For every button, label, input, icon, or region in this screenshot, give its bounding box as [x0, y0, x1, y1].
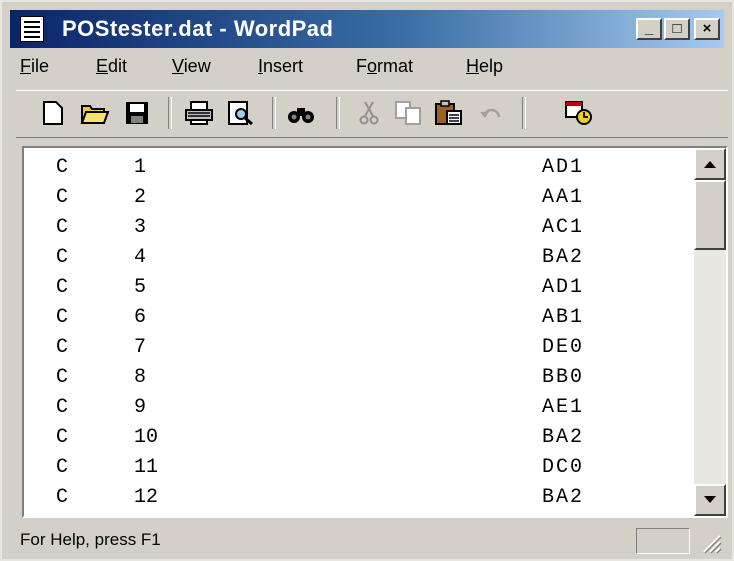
cut-button[interactable] — [352, 97, 386, 129]
print-preview-button[interactable] — [224, 97, 258, 129]
document-editor[interactable]: C 1 AD1 C 2 AA1 C 3 AC1 C 4 BA2 C 5 AD1 C 6 AB1 C 7 DE… — [24, 148, 694, 516]
window-title: POStester.dat - WordPad — [62, 16, 334, 41]
document-line: C 9 AE1 — [56, 396, 585, 419]
document-line: C 8 BB0 — [56, 366, 585, 389]
toolbar-separator — [336, 97, 340, 129]
copy-button[interactable] — [392, 97, 426, 129]
print-icon — [185, 101, 213, 125]
menu-format[interactable]: Format — [356, 56, 413, 77]
status-panel — [636, 528, 690, 554]
arrow-down-icon — [704, 496, 716, 503]
document-frame: C 1 AD1 C 2 AA1 C 3 AC1 C 4 BA2 C 5 AD1 C 6 AB1 C 7 DE… — [22, 146, 728, 518]
wordpad-app-icon[interactable] — [20, 16, 44, 42]
maximize-button[interactable]: □ — [664, 18, 690, 40]
save-icon — [126, 102, 148, 124]
document-line: C 10 BA2 — [56, 426, 585, 449]
document-line: C 7 DE0 — [56, 336, 585, 359]
new-button[interactable] — [36, 97, 70, 129]
wordpad-window: POStester.dat - WordPad _ □ × File Edit … — [0, 0, 734, 561]
scrollbar-thumb[interactable] — [694, 180, 726, 250]
open-button[interactable] — [78, 97, 112, 129]
menu-view[interactable]: View — [172, 56, 211, 77]
document-line: C 1 AD1 — [56, 156, 585, 179]
menu-bar: File Edit View Insert Format Help — [10, 52, 724, 82]
menu-file[interactable]: File — [20, 56, 49, 77]
date-time-icon — [565, 101, 592, 125]
vertical-scrollbar[interactable] — [694, 148, 726, 516]
toolbar-separator — [168, 97, 172, 129]
paste-button[interactable] — [432, 97, 466, 129]
print-button[interactable] — [182, 97, 216, 129]
toolbar — [16, 90, 728, 138]
document-line: C 5 AD1 — [56, 276, 585, 299]
scroll-down-button[interactable] — [694, 484, 726, 516]
new-icon — [43, 101, 63, 125]
find-icon — [288, 108, 314, 123]
open-icon — [80, 105, 110, 124]
copy-icon — [395, 101, 421, 125]
menu-insert[interactable]: Insert — [258, 56, 303, 77]
document-line: C 2 AA1 — [56, 186, 585, 209]
status-text: For Help, press F1 — [20, 530, 161, 549]
save-button[interactable] — [120, 97, 154, 129]
cut-icon — [359, 101, 379, 125]
document-line: C 6 AB1 — [56, 306, 585, 329]
paste-icon — [435, 100, 462, 125]
document-line: C 11 DC0 — [56, 456, 585, 479]
status-bar: For Help, press F1 — [10, 524, 726, 556]
title-bar[interactable]: POStester.dat - WordPad _ □ × — [10, 10, 724, 48]
undo-button[interactable] — [474, 97, 508, 129]
document-line: C 12 BA2 — [56, 486, 585, 509]
menu-help[interactable]: Help — [466, 56, 503, 77]
resize-grip-icon[interactable] — [698, 530, 722, 554]
date-time-button[interactable] — [562, 97, 596, 129]
close-button[interactable]: × — [694, 18, 720, 40]
undo-icon — [480, 108, 501, 118]
arrow-up-icon — [704, 161, 716, 168]
toolbar-separator — [522, 97, 526, 129]
scroll-up-button[interactable] — [694, 148, 726, 180]
find-button[interactable] — [284, 97, 318, 129]
toolbar-separator — [272, 97, 276, 129]
document-line: C 3 AC1 — [56, 216, 585, 239]
print-preview-icon — [228, 101, 253, 126]
document-line: C 4 BA2 — [56, 246, 585, 269]
menu-edit[interactable]: Edit — [96, 56, 127, 77]
minimize-button[interactable]: _ — [636, 18, 662, 40]
